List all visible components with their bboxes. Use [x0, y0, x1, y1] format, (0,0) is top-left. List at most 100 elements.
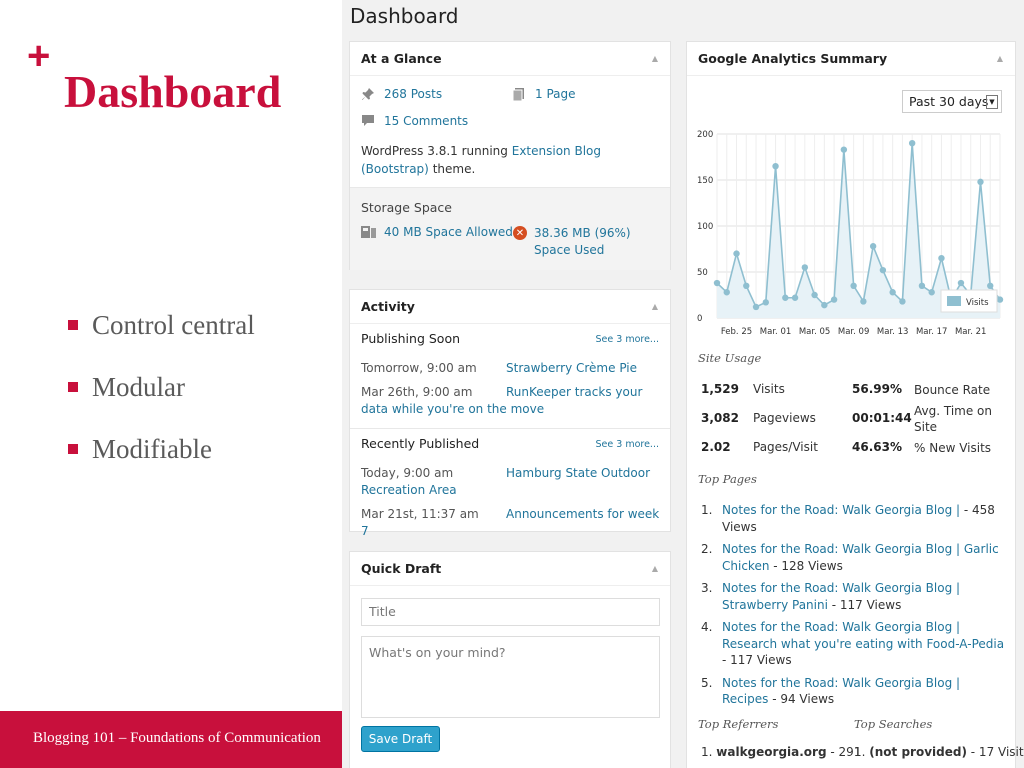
visits-point [733, 250, 740, 257]
bullet-square-icon [68, 382, 78, 392]
visits-point [762, 299, 769, 306]
top-page-link[interactable]: Notes for the Road: Walk Georgia Blog | … [722, 542, 999, 573]
draft-content-textarea[interactable]: What's on your mind? [361, 636, 660, 718]
visits-point [801, 264, 809, 271]
y-tick-label: 50 [697, 268, 708, 278]
list-item: 1. Notes for the Road: Walk Georgia Blog … [701, 502, 1006, 535]
activity-row: Mar 26th, 9:00 am RunKeeper tracks your d… [361, 384, 661, 418]
legend-label: Visits [966, 298, 989, 308]
see-more-link[interactable]: See 3 more... [596, 334, 659, 345]
save-draft-button[interactable]: Save Draft [361, 726, 440, 752]
site-usage-table: 1,529 Visits 56.99% Bounce Rate 3,082 Pa… [701, 378, 1006, 465]
visits-line [716, 143, 1001, 309]
see-more-link[interactable]: See 3 more... [596, 439, 659, 450]
chevron-down-icon[interactable]: ▼ [986, 95, 998, 109]
posts-count[interactable]: 268 Posts [361, 87, 442, 101]
comments-link[interactable]: 15 Comments [384, 114, 468, 128]
widget-header[interactable]: Google Analytics Summary ▲ [687, 42, 1015, 76]
quick-draft-widget: Quick Draft ▲ Title What's on your mind?… [349, 551, 671, 768]
recently-published-heading: Recently Published [361, 436, 480, 451]
y-tick-label: 200 [697, 130, 713, 140]
collapse-arrow-icon[interactable]: ▲ [652, 54, 658, 63]
bullet-list: Control central Modular Modifiable [68, 294, 255, 480]
space-allowed[interactable]: 40 MB Space Allowed [361, 225, 513, 239]
visits-point [782, 294, 789, 301]
collapse-arrow-icon[interactable]: ▲ [652, 302, 658, 311]
list-number: 1. [854, 745, 866, 759]
activity-date: Mar 21st, 11:37 am [361, 507, 479, 521]
comments-count[interactable]: 15 Comments [361, 114, 468, 128]
top-page-link[interactable]: Notes for the Road: Walk Georgia Blog | [722, 503, 960, 517]
page-views: - 117 Views [827, 597, 902, 612]
usage-value: 1,529 [701, 382, 739, 396]
bullet-item: Control central [68, 294, 255, 356]
bullet-text: Modifiable [92, 433, 212, 464]
space-used[interactable]: ✕ 38.36 MB (96%) Space Used [513, 225, 663, 259]
visits-point [987, 282, 994, 289]
plus-icon: + [27, 34, 51, 78]
divider [350, 428, 670, 429]
visits-point [860, 298, 867, 305]
space-used-link[interactable]: 38.36 MB (96%) Space Used [534, 225, 663, 259]
visits-point [908, 140, 916, 147]
date-range-value: Past 30 days [909, 94, 989, 109]
date-range-select[interactable]: Past 30 days ▼ [902, 90, 1002, 113]
widget-header[interactable]: At a Glance ▲ [350, 42, 670, 76]
posts-link[interactable]: 268 Posts [384, 87, 442, 101]
error-icon: ✕ [513, 226, 527, 240]
top-page-link[interactable]: Notes for the Road: Walk Georgia Blog | … [722, 676, 960, 707]
list-number: 4. [701, 620, 713, 634]
bullet-item: Modifiable [68, 418, 255, 480]
x-tick-label: Mar. 17 [916, 327, 947, 337]
y-tick-label: 0 [697, 314, 702, 324]
collapse-arrow-icon[interactable]: ▲ [997, 54, 1003, 63]
top-referrers-list: 1. walkgeorgia.org - 291 [701, 745, 861, 759]
list-item: 2. Notes for the Road: Walk Georgia Blog … [701, 541, 1006, 574]
activity-row: Tomorrow, 9:00 am Strawberry Crème Pie [361, 360, 661, 377]
bullet-square-icon [68, 444, 78, 454]
visits-point [723, 289, 730, 296]
visits-point [928, 289, 935, 296]
list-item: 3. Notes for the Road: Walk Georgia Blog … [701, 580, 1006, 613]
x-tick-label: Mar. 13 [877, 327, 908, 337]
usage-row: 3,082 Pageviews 00:01:44 Avg. Time on Si… [701, 404, 1006, 436]
list-item: 4. Notes for the Road: Walk Georgia Blog … [701, 619, 1006, 669]
pushpin-icon [361, 87, 375, 101]
page-views: - 128 Views [769, 558, 843, 573]
widget-title: Activity [361, 299, 415, 314]
collapse-arrow-icon[interactable]: ▲ [652, 564, 658, 573]
visits-point [811, 291, 818, 299]
visits-point [752, 303, 760, 311]
list-number: 3. [701, 581, 713, 595]
usage-row: 2.02 Pages/Visit 46.63% % New Visits [701, 436, 1006, 465]
visits-chart: 0 50 100 150 200 Feb. 25 Mar. 01 Mar. 05 Mar. 09… [697, 130, 1004, 337]
top-page-link[interactable]: Notes for the Road: Walk Georgia Blog | … [722, 620, 1004, 651]
list-item: 5. Notes for the Road: Walk Georgia Blog … [701, 675, 1006, 708]
space-allowed-link[interactable]: 40 MB Space Allowed [384, 225, 513, 239]
pages-link[interactable]: 1 Page [535, 87, 576, 101]
usage-value: 00:01:44 [852, 411, 912, 425]
page-title: Dashboard [350, 4, 459, 28]
visits-point [879, 266, 887, 274]
storage-space: Storage Space 40 MB Space Allowed ✕ 38.3… [350, 187, 670, 270]
referrer-site[interactable]: walkgeorgia.org [716, 745, 826, 759]
pages-count[interactable]: 1 Page [512, 87, 576, 101]
top-pages-label: Top Pages [698, 472, 757, 486]
visits-point [918, 282, 926, 289]
y-tick-label: 150 [697, 176, 713, 186]
widget-header[interactable]: Quick Draft ▲ [350, 552, 670, 586]
activity-date: Tomorrow, 9:00 am [361, 361, 477, 375]
x-tick-label: Mar. 21 [955, 327, 986, 337]
visits-point [791, 294, 799, 301]
draft-title-input[interactable]: Title [361, 598, 660, 626]
widget-title: At a Glance [361, 51, 442, 66]
usage-label: Pages/Visit [753, 440, 818, 454]
activity-row: Today, 9:00 am Hamburg State Outdoor Recr… [361, 465, 661, 499]
widget-header[interactable]: Activity ▲ [350, 290, 670, 324]
widget-title: Quick Draft [361, 561, 442, 576]
activity-post-link[interactable]: Strawberry Crème Pie [506, 361, 637, 375]
list-number: 5. [701, 675, 713, 690]
footer-text: Blogging 101 – Foundations of Communicat… [33, 730, 321, 746]
search-term: (not provided) [869, 745, 967, 759]
visits-point [840, 146, 848, 153]
